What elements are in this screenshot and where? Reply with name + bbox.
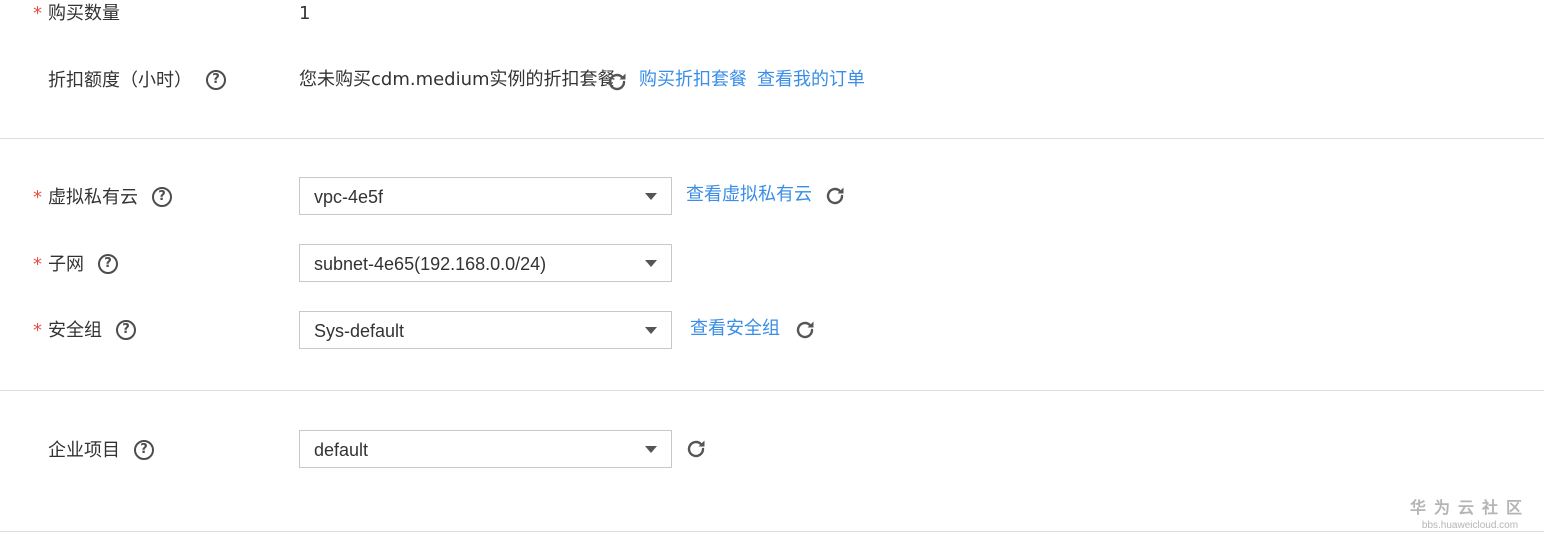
- discount-label: 折扣额度（小时）?: [48, 69, 226, 93]
- required-mark: *: [33, 3, 42, 24]
- refresh-icon[interactable]: [684, 437, 708, 461]
- required-mark: *: [33, 320, 42, 341]
- security-group-select[interactable]: Sys-default: [299, 311, 672, 349]
- required-mark: *: [33, 187, 42, 208]
- subnet-label: 子网?: [48, 253, 118, 277]
- help-icon[interactable]: ?: [134, 440, 154, 460]
- help-icon[interactable]: ?: [116, 320, 136, 340]
- vpc-select-value: vpc-4e5f: [314, 187, 384, 207]
- security-group-label: 安全组?: [48, 319, 136, 343]
- watermark-url: bbs.huaweicloud.com: [1421, 520, 1519, 531]
- enterprise-project-select[interactable]: default: [299, 430, 672, 468]
- discount-message: 您未购买cdm.medium实例的折扣套餐: [299, 69, 616, 90]
- required-mark: *: [33, 254, 42, 275]
- refresh-icon[interactable]: [823, 184, 847, 208]
- vpc-label-text: 虚拟私有云: [48, 187, 138, 208]
- chevron-down-icon: [645, 260, 657, 267]
- quantity-label: 购买数量: [48, 3, 120, 24]
- quantity-value: 1: [299, 3, 311, 24]
- enterprise-project-label-text: 企业项目: [48, 440, 120, 461]
- chevron-down-icon: [645, 446, 657, 453]
- view-security-group-link[interactable]: 查看安全组: [690, 317, 780, 341]
- vpc-select[interactable]: vpc-4e5f: [299, 177, 672, 215]
- help-icon[interactable]: ?: [206, 70, 226, 90]
- watermark-title: 华为云社区: [1409, 498, 1530, 517]
- enterprise-project-select-value: default: [314, 440, 369, 460]
- vpc-label: 虚拟私有云?: [48, 186, 172, 210]
- chevron-down-icon: [645, 327, 657, 334]
- section-divider: [0, 531, 1544, 532]
- view-vpc-link[interactable]: 查看虚拟私有云: [686, 183, 812, 207]
- help-icon[interactable]: ?: [98, 254, 118, 274]
- buy-discount-link[interactable]: 购买折扣套餐: [639, 68, 747, 92]
- subnet-select[interactable]: subnet-4e65(192.168.0.0/24): [299, 244, 672, 282]
- refresh-icon[interactable]: [605, 70, 629, 94]
- view-orders-link[interactable]: 查看我的订单: [757, 68, 865, 92]
- section-divider: [0, 138, 1544, 139]
- watermark: 华为云社区 bbs.huaweicloud.com: [1410, 494, 1530, 531]
- chevron-down-icon: [645, 193, 657, 200]
- discount-label-text: 折扣额度（小时）: [48, 70, 192, 91]
- security-group-label-text: 安全组: [48, 320, 102, 341]
- enterprise-project-label: 企业项目?: [48, 439, 154, 463]
- section-divider: [0, 390, 1544, 391]
- subnet-select-value: subnet-4e65(192.168.0.0/24): [314, 254, 547, 274]
- subnet-label-text: 子网: [48, 254, 84, 275]
- security-group-select-value: Sys-default: [314, 321, 405, 341]
- refresh-icon[interactable]: [793, 318, 817, 342]
- help-icon[interactable]: ?: [152, 187, 172, 207]
